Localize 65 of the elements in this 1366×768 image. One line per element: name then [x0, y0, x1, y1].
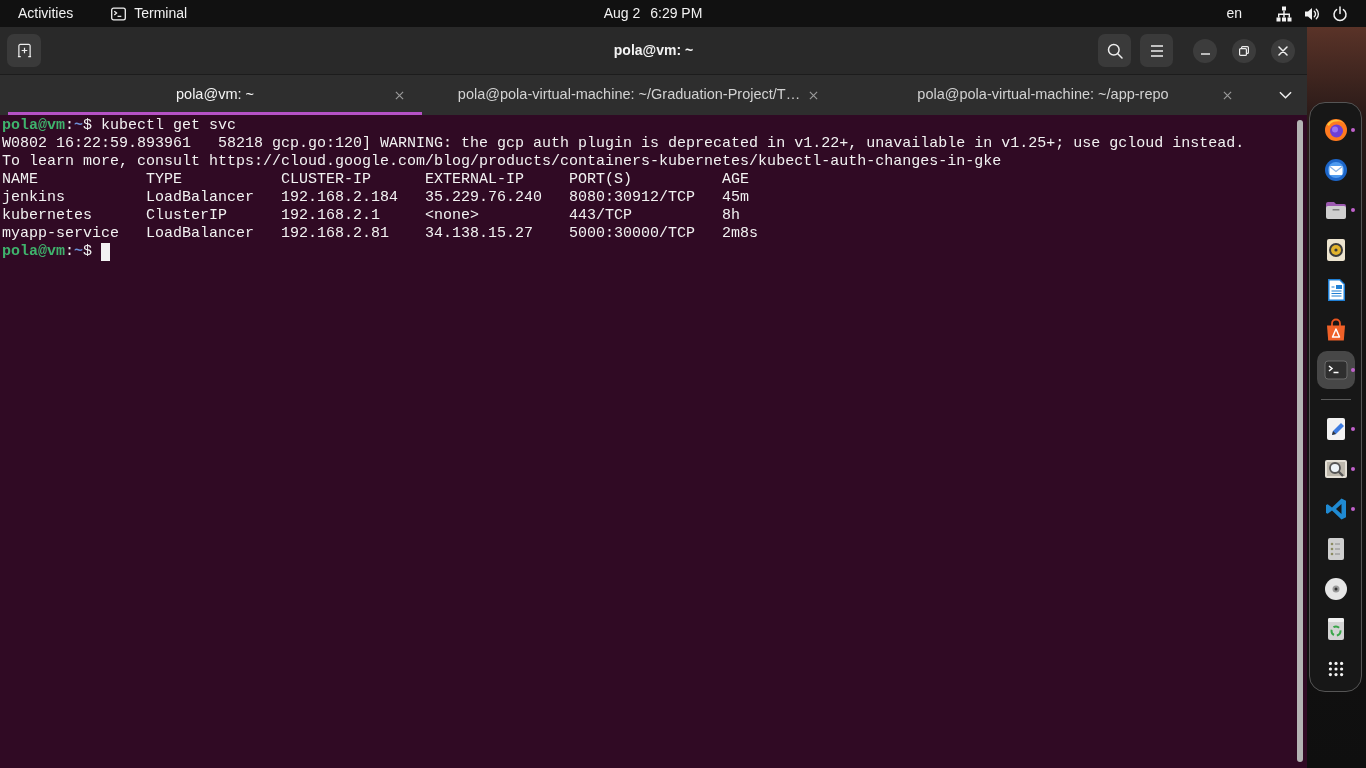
table-cell: 8h [722, 207, 741, 225]
chevron-down-icon [1278, 91, 1292, 99]
table-cell: 35.229.76.240 [425, 189, 543, 207]
volume-icon [1304, 5, 1320, 22]
globe-icon [1323, 118, 1348, 142]
window-title: pola@vm: ~ [613, 41, 694, 60]
column-header: CLUSTER-IP [281, 171, 372, 189]
table-cell: 2m8s [722, 225, 759, 243]
table-cell: 5000:30000/TCP [569, 225, 696, 243]
column-header: AGE [722, 171, 750, 189]
table-cell: kubernetes [2, 207, 92, 225]
mail-icon [1323, 158, 1348, 182]
close-icon [1278, 45, 1288, 56]
table-cell: 192.168.2.184 [281, 189, 399, 207]
prompt-line: pola@vm:~$ [2, 243, 93, 260]
table-cell: LoadBalancer [146, 189, 255, 207]
close-icon [808, 90, 818, 100]
tab[interactable]: pola@pola-virtual-machine: ~/app-repo [836, 75, 1250, 115]
terminal-icon [1323, 358, 1348, 382]
disc-icon [1323, 577, 1348, 601]
minimize-button[interactable] [1193, 38, 1217, 63]
ribbon-icon [1323, 497, 1348, 521]
restore-button[interactable] [1232, 38, 1256, 63]
table-cell: ClusterIP [146, 207, 228, 225]
table-cell: LoadBalancer [146, 225, 255, 243]
column-header: EXTERNAL-IP [425, 171, 525, 189]
menu-icon [1149, 44, 1164, 57]
input-source-button[interactable]: en [1218, 0, 1250, 27]
magnifier-photo-icon [1323, 457, 1348, 481]
tab[interactable]: pola@pola-virtual-machine: ~/Graduation-Project/T… [422, 75, 836, 115]
new-tab-button[interactable] [7, 34, 41, 67]
restore-icon [1239, 45, 1249, 56]
activities-button[interactable]: Activities [8, 0, 84, 27]
table-cell: 192.168.2.1 [281, 207, 381, 225]
column-header: PORT(S) [569, 171, 633, 189]
close-button[interactable] [1271, 38, 1295, 63]
table-cell: jenkins [2, 189, 65, 207]
table-cell: 192.168.2.81 [281, 225, 390, 243]
table-cell: 443/TCP [569, 207, 633, 225]
prompt-line: pola@vm:~$ kubectl get svc [2, 117, 237, 134]
close-icon [1222, 90, 1232, 100]
terminal-icon [111, 6, 127, 21]
date-label: Aug 2 [603, 4, 641, 23]
table-cell: <none> [425, 207, 480, 225]
table-cell: 45m [722, 189, 750, 207]
power-icon [1332, 5, 1348, 22]
app-grid-icon [1327, 661, 1344, 677]
output-line: To learn more, consult https://cloud.google.com/blog/products/containers-kubernetes/kubectl-auth-changes-in-gke [2, 153, 1003, 171]
scrollbar-thumb[interactable] [1297, 120, 1303, 762]
minimize-icon [1200, 52, 1210, 55]
time-label: 6:29 PM [650, 4, 703, 23]
network-icon [1276, 5, 1292, 22]
app-menu-button[interactable]: Terminal [103, 0, 196, 27]
clock-button[interactable]: Aug 2 6:29 PM [593, 0, 713, 27]
add-tab-icon [16, 43, 32, 58]
search-icon [1106, 42, 1123, 59]
column-header: TYPE [146, 171, 183, 189]
search-button[interactable] [1098, 34, 1131, 67]
table-cell: myapp-service [2, 225, 120, 243]
table-cell: 8080:30912/TCP [569, 189, 696, 207]
column-header: NAME [2, 171, 38, 189]
menu-button[interactable] [1140, 34, 1173, 67]
output-line: W0802 16:22:59.893961 58218 gcp.go:120] WARNING: the gcp auth plugin is deprecated in v1.22+, unavailable in v1.25+; use gcloud instead. [2, 135, 1246, 153]
table-cell: 34.138.15.27 [425, 225, 534, 243]
close-icon [394, 90, 404, 100]
